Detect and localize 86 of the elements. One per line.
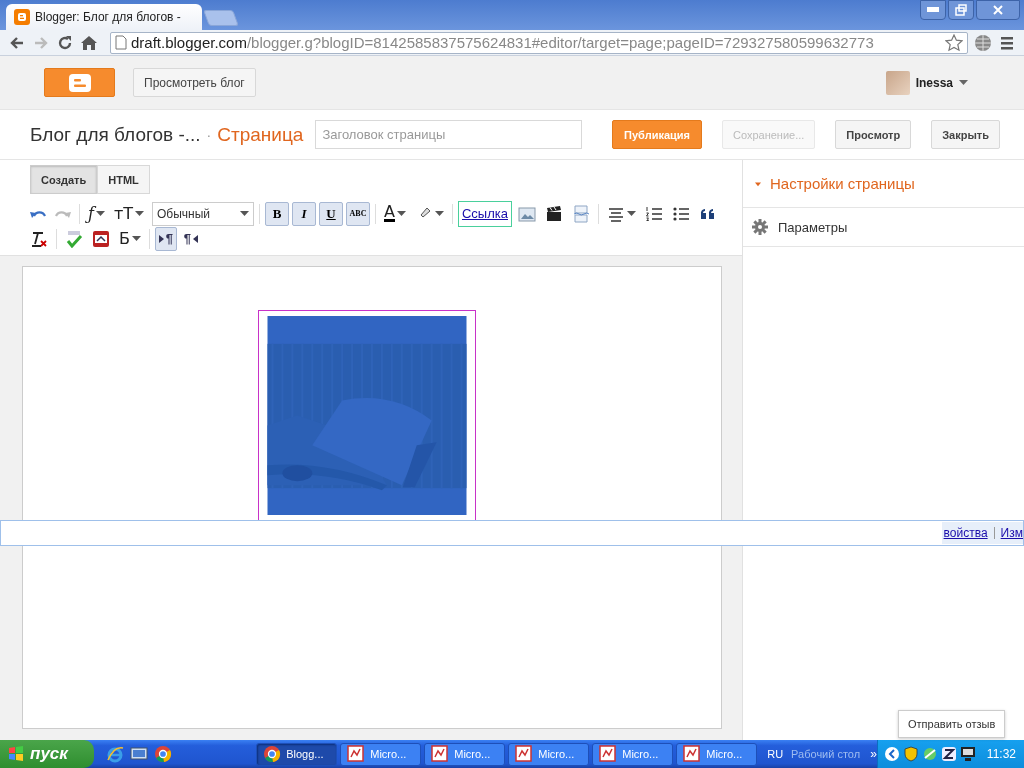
home-icon[interactable] xyxy=(80,33,98,52)
taskbar-button[interactable]: Micro... xyxy=(340,742,422,766)
text-color-button[interactable]: A xyxy=(381,201,409,226)
gear-icon xyxy=(752,219,768,235)
chevron-icon[interactable] xyxy=(883,746,900,762)
url-text: draft.blogger.com/blogger.g?blogID=8142585837575624831#editor/target=page;pageID=729327580599632773 xyxy=(131,34,875,51)
browser-e-icon[interactable] xyxy=(105,745,124,763)
shield-icon[interactable] xyxy=(902,746,919,762)
page-break-icon[interactable] xyxy=(572,204,590,223)
collapse-triangle-icon xyxy=(754,180,762,187)
caret-icon xyxy=(240,211,249,216)
blogger-icon xyxy=(14,9,30,25)
caret-icon xyxy=(132,236,141,241)
taskbar-button[interactable]: Micro... xyxy=(676,742,758,766)
arrow-icon xyxy=(193,234,199,243)
chrome-icon xyxy=(263,745,282,763)
left-to-right-button[interactable]: ¶ xyxy=(155,226,177,251)
arrow-icon xyxy=(158,234,164,243)
menu-button[interactable]: Б xyxy=(116,226,144,251)
windows-logo-icon xyxy=(8,746,24,762)
image-link[interactable]: Изм xyxy=(993,527,1023,539)
globe-icon[interactable] xyxy=(974,33,992,52)
chrome-icon[interactable] xyxy=(153,745,172,763)
browser-tab[interactable]: Blogger: Блог для блогов - xyxy=(6,4,202,30)
address-field[interactable]: draft.blogger.com/blogger.g?blogID=8142585837575624831#editor/target=page;pageID=729327580599632773 xyxy=(110,31,968,54)
maximize-icon xyxy=(954,4,968,16)
strikethrough-button[interactable]: ABC xyxy=(346,201,370,226)
settings-item[interactable]: Параметры xyxy=(743,207,1024,247)
document-icon xyxy=(599,745,618,763)
feedback-button[interactable]: Отправить отзыв xyxy=(898,710,1006,738)
translit-icon[interactable] xyxy=(92,229,110,248)
menu-button[interactable]: тT xyxy=(110,201,147,226)
image-icon[interactable] xyxy=(518,204,536,223)
blogger-logo-icon xyxy=(68,73,91,92)
caret-icon xyxy=(135,211,144,216)
bold-button[interactable]: B xyxy=(265,201,289,226)
caret-icon xyxy=(396,211,406,216)
editor-area[interactable] xyxy=(22,266,722,729)
star-icon[interactable] xyxy=(945,33,963,52)
preview-button[interactable]: Просмотр xyxy=(835,120,912,149)
more-button[interactable]: » xyxy=(870,747,877,761)
caret-icon xyxy=(627,211,636,216)
close-icon xyxy=(991,4,1005,16)
right-to-left-button[interactable]: ¶ xyxy=(180,226,202,251)
maximize-button[interactable] xyxy=(948,0,974,20)
clapperboard-icon[interactable] xyxy=(545,204,563,223)
mode-tab[interactable]: Создать xyxy=(30,165,98,194)
view-blog-button[interactable]: Просмотреть блог xyxy=(133,68,256,97)
clear-format-icon[interactable] xyxy=(30,229,48,248)
caret-icon xyxy=(434,211,444,216)
caret-icon xyxy=(95,211,105,216)
start-button[interactable]: пуск xyxy=(0,740,94,768)
page-title-field[interactable]: Заголовок страницы xyxy=(315,120,583,149)
numbered-list-icon[interactable] xyxy=(645,204,663,223)
separator-dot: · xyxy=(206,126,212,143)
language-indicator[interactable]: RU xyxy=(767,748,784,760)
underline-button[interactable]: U xyxy=(319,201,343,226)
desktop-icon[interactable] xyxy=(129,745,148,763)
minimize-button[interactable] xyxy=(920,0,946,20)
mode-tab[interactable]: HTML xyxy=(97,165,150,194)
document-icon xyxy=(683,745,702,763)
monitor-icon[interactable] xyxy=(959,746,976,762)
caret-icon xyxy=(959,80,968,85)
document-icon xyxy=(431,745,450,763)
image-link[interactable]: войства xyxy=(943,526,988,540)
page-icon xyxy=(115,35,127,50)
taskbar-button[interactable]: Blogg... xyxy=(256,742,338,766)
z-icon[interactable] xyxy=(940,746,957,762)
style-select[interactable]: Обычный xyxy=(152,201,254,226)
taskbar-button[interactable]: Micro... xyxy=(424,742,506,766)
user-name[interactable]: Inessa xyxy=(915,75,953,90)
close-button[interactable]: Закрыть xyxy=(931,120,1000,149)
blog-title: Блог для блогов -... xyxy=(30,123,201,146)
blogger-logo-button[interactable] xyxy=(44,68,115,97)
document-icon xyxy=(515,745,534,763)
menu-button[interactable]: ƒ xyxy=(85,201,108,226)
taskbar-button[interactable]: Micro... xyxy=(592,742,674,766)
check-mark-icon[interactable] xyxy=(65,229,83,248)
close-button[interactable] xyxy=(976,0,1020,20)
taskbar-button[interactable]: Micro... xyxy=(508,742,590,766)
italic-button[interactable]: I xyxy=(292,201,316,226)
section-title: Страница xyxy=(217,123,304,146)
link-button[interactable]: Ссылка xyxy=(457,200,512,227)
reload-icon[interactable] xyxy=(56,33,74,52)
document-icon xyxy=(347,745,366,763)
clock: 11:32 xyxy=(986,747,1016,761)
